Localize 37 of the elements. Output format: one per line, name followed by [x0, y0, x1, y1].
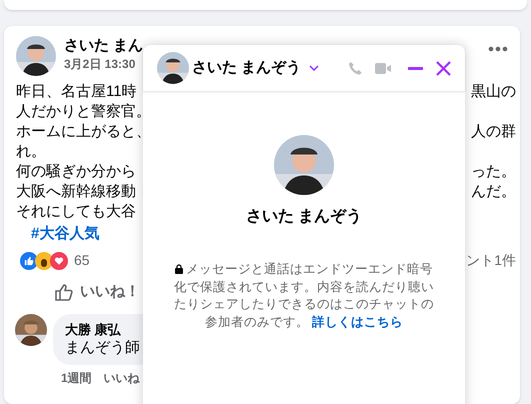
- post-text: んだ。: [471, 182, 516, 202]
- post-text: 人だかりと警察官。: [16, 102, 151, 122]
- post-text: 何の騒ぎか分から: [16, 162, 136, 182]
- close-icon[interactable]: [436, 60, 451, 76]
- encryption-notice: メッセージと通話はエンドツーエンド暗号化で保護されています。内容を読んだり聴いたりシェアしたりできるのはこのチャットの参加者のみです。 詳しくはこちら: [173, 261, 435, 330]
- post-text: った。: [471, 162, 516, 182]
- wow-reaction-icon: [35, 252, 53, 270]
- comment-like-link[interactable]: いいね: [104, 368, 140, 386]
- avatar: [15, 314, 47, 346]
- avatar: [16, 36, 56, 76]
- author-name: さいた まん: [64, 36, 144, 56]
- thumbs-up-icon: [54, 282, 74, 302]
- love-reaction-icon: [50, 252, 68, 270]
- comment-author[interactable]: 大勝 康弘: [65, 320, 121, 338]
- minimize-icon[interactable]: [408, 66, 423, 70]
- like-reaction-icon: [20, 252, 38, 270]
- post-time: 3月2日 13:30: [64, 56, 136, 72]
- avatar: [157, 52, 189, 84]
- post-text: 人の群: [471, 122, 516, 142]
- hashtag-link[interactable]: #大谷人気: [31, 223, 100, 246]
- post-text: 昨日、名古屋11時: [16, 82, 137, 102]
- reaction-count[interactable]: 65: [74, 250, 90, 271]
- lock-icon: [175, 264, 183, 274]
- post-text: それにしても大谷: [16, 202, 136, 222]
- chevron-down-icon[interactable]: [309, 65, 320, 71]
- post-text: 黒山の: [471, 82, 516, 102]
- chat-title[interactable]: さいた まんぞう: [192, 56, 302, 80]
- post-text: 大阪へ新幹線移動: [16, 182, 136, 202]
- more-icon[interactable]: [488, 46, 508, 52]
- contact-name: さいた まんぞう: [246, 207, 362, 227]
- comment-text: まんぞう師: [65, 338, 140, 358]
- comment-count[interactable]: ント1件: [466, 250, 516, 271]
- post-text: れ。: [16, 142, 46, 162]
- like-button[interactable]: いいね！: [54, 281, 140, 304]
- learn-more-link[interactable]: 詳しくはこちら: [312, 314, 404, 328]
- comment-time[interactable]: 1週間: [61, 368, 92, 386]
- post-text: ホームに上がると、: [16, 122, 151, 142]
